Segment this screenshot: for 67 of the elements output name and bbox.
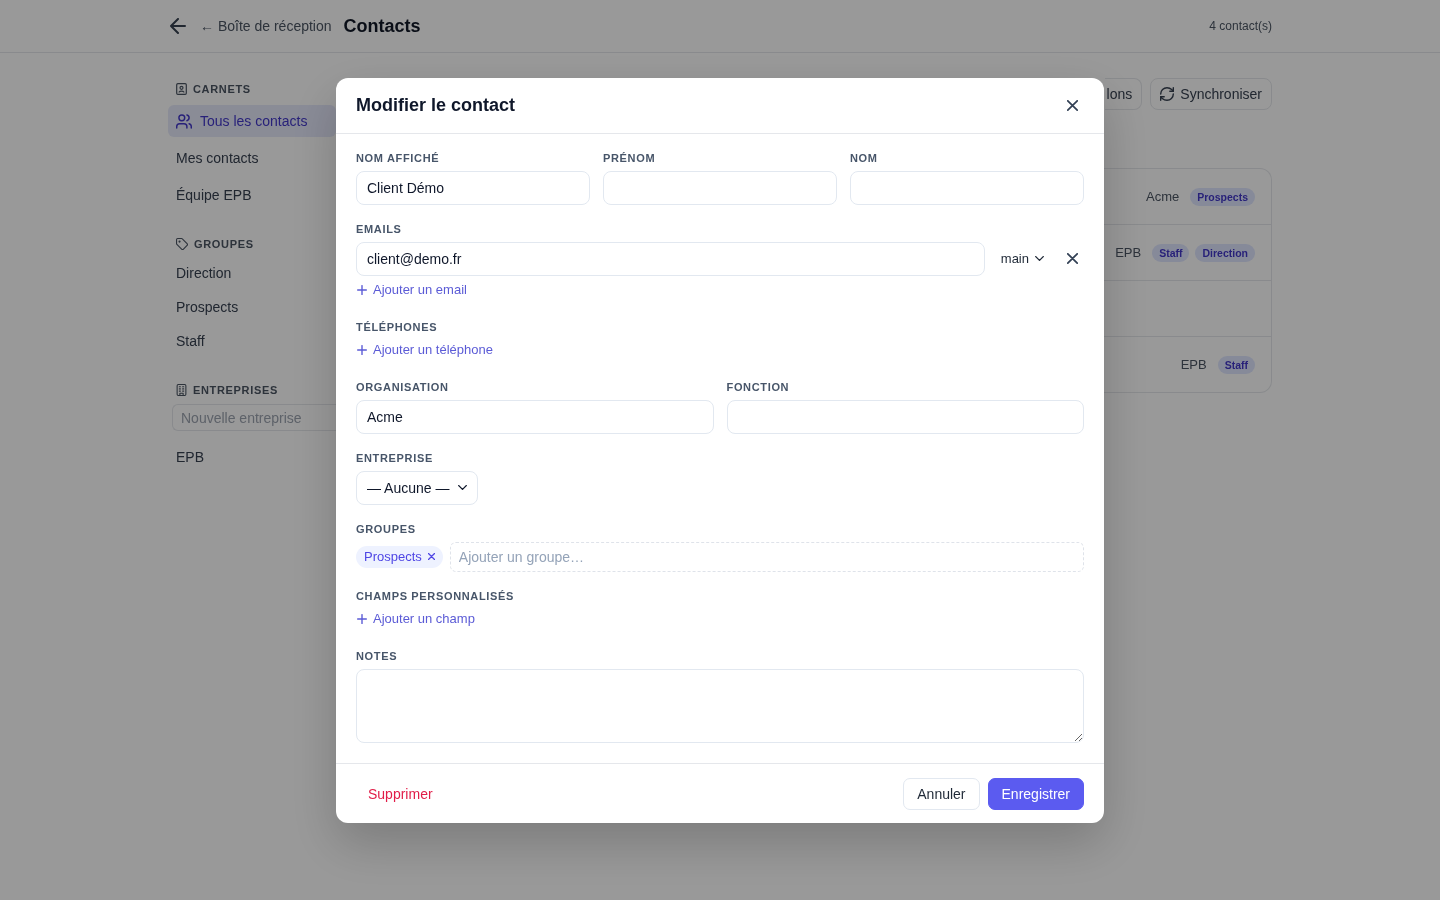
tag-icon: [176, 238, 188, 250]
text-field[interactable]: Acme: [356, 399, 714, 434]
text-field[interactable]: Client Démo: [356, 170, 590, 205]
group-tag: Prospects: [1190, 187, 1255, 206]
add-email-link[interactable]: Ajouter un email: [356, 279, 467, 300]
field-label: EMAILS: [356, 221, 402, 236]
sidebar-item[interactable]: Prospects: [168, 291, 336, 323]
section-title: GROUPES: [194, 238, 254, 250]
plus-icon: [357, 613, 367, 624]
field-label: FONCTION: [726, 379, 790, 394]
section-title: CARNETS: [193, 83, 251, 95]
sidebar-item[interactable]: Tous les contacts: [168, 105, 336, 137]
chevron-down-icon: [457, 485, 467, 490]
contact-count: 4 contact(s): [1209, 19, 1272, 33]
plus-icon: [357, 284, 367, 295]
group-tag: Staff: [1152, 243, 1190, 262]
text-field[interactable]: [603, 170, 837, 205]
page-title: Contacts: [343, 15, 421, 37]
contact-book-icon: [176, 83, 187, 95]
field-label: NOTES: [356, 648, 398, 663]
chevron-down-icon: [1035, 256, 1044, 261]
add-phone-link[interactable]: Ajouter un téléphone: [356, 339, 493, 360]
sidebar-item[interactable]: Direction: [168, 257, 336, 289]
company-name: EPB: [1180, 357, 1207, 372]
toolbar-button[interactable]: lons: [1104, 78, 1143, 110]
company-select[interactable]: — Aucune —: [356, 470, 478, 505]
arrow-left-icon: [170, 18, 186, 34]
field-label: TÉLÉPHONES: [356, 319, 438, 334]
save-button[interactable]: Enregistrer: [987, 777, 1084, 810]
dialog-title: Modifier le contact: [356, 94, 516, 116]
company-name: Acme: [1146, 189, 1180, 204]
email-field[interactable]: client@demo.fr: [356, 241, 985, 276]
field-label: NOM AFFICHÉ: [356, 150, 440, 165]
plus-icon: [357, 344, 367, 355]
new-company-field[interactable]: Nouvelle entreprise: [172, 404, 336, 431]
field-label: ENTREPRISE: [356, 450, 433, 465]
sidebar-item[interactable]: Staff: [168, 325, 336, 357]
notes-field[interactable]: [356, 668, 1084, 743]
company-name: EPB: [1115, 245, 1142, 260]
group-tag: Direction: [1195, 243, 1255, 262]
building-icon: [176, 384, 187, 396]
group-chip[interactable]: Prospects: [356, 545, 443, 568]
field-label: CHAMPS PERSONNALISÉS: [356, 588, 515, 603]
back-button[interactable]: [168, 16, 188, 36]
sidebar-item[interactable]: Équipe EPB: [168, 179, 336, 211]
field-label: GROUPES: [356, 521, 416, 536]
x-icon: [1066, 253, 1078, 264]
section-title: ENTREPRISES: [193, 384, 278, 396]
close-icon: [1066, 99, 1078, 111]
field-label: NOM: [850, 150, 878, 165]
users-icon: [176, 113, 192, 129]
x-icon: [427, 553, 435, 560]
add-field-link[interactable]: Ajouter un champ: [356, 608, 475, 629]
cancel-button[interactable]: Annuler: [903, 777, 980, 810]
sync-button[interactable]: Synchroniser: [1150, 78, 1272, 110]
group-tag: Staff: [1217, 355, 1255, 374]
field-label: ORGANISATION: [356, 379, 449, 394]
inbox-link[interactable]: ← Boîte de réception: [200, 18, 332, 34]
text-field[interactable]: [850, 170, 1084, 205]
group-input[interactable]: Ajouter un groupe…: [449, 541, 1084, 572]
refresh-icon: [1160, 87, 1175, 101]
sidebar-item[interactable]: EPB: [168, 441, 336, 473]
sidebar-item[interactable]: Mes contacts: [168, 142, 336, 174]
text-field[interactable]: [726, 399, 1084, 434]
email-type-select[interactable]: main: [992, 241, 1052, 276]
delete-button[interactable]: Supprimer: [356, 777, 445, 810]
field-label: PRÉNOM: [603, 150, 656, 165]
